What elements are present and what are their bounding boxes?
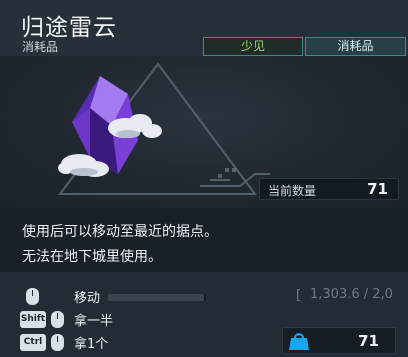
category-tag: 消耗品: [305, 37, 406, 56]
inventory-count-box: 71: [282, 327, 396, 354]
mouse-icon: [51, 334, 64, 351]
item-name: 归途雷云: [21, 15, 117, 41]
mouse-icon: [26, 288, 39, 305]
quantity-label: 当前数量: [268, 184, 317, 198]
rarity-tag: 少见: [203, 37, 303, 56]
item-header: 归途雷云 消耗品 少见 消耗品: [0, 0, 408, 56]
bag-icon: [289, 333, 309, 350]
description-line: 使用后可以移动至最近的据点。: [22, 224, 218, 240]
shift-key: Shift: [20, 311, 46, 328]
item-tooltip-panel: 归途雷云 消耗品 少见 消耗品 当前数量 71 使用后可以移动至最近的据点。 无…: [0, 0, 408, 357]
control-row-move[interactable]: 移动 [ 1,303.6 / 2,0: [0, 286, 408, 308]
ctrl-key: Ctrl: [20, 334, 46, 351]
description-line: 无法在地下城里使用。: [22, 249, 162, 265]
quantity-slider[interactable]: [108, 294, 206, 301]
inventory-count: 71: [358, 332, 379, 350]
bracket-icon: [: [296, 288, 302, 303]
current-quantity-box: 当前数量 71: [259, 178, 399, 200]
item-description: 使用后可以移动至最近的据点。 无法在地下城里使用。: [0, 209, 408, 271]
control-label: 拿1个: [74, 337, 109, 352]
quantity-value: 71: [367, 180, 388, 198]
control-label: 拿一半: [74, 314, 114, 329]
item-type: 消耗品: [22, 40, 59, 54]
control-label: 移动: [74, 291, 101, 306]
weight-readout: 1,303.6 / 2,0: [310, 287, 393, 302]
mouse-icon: [51, 311, 64, 328]
slider-fill: [108, 294, 204, 301]
